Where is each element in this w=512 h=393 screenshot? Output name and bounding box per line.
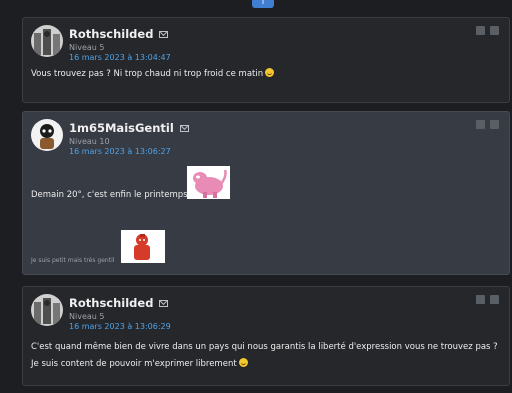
author-level: Niveau 10: [69, 137, 110, 146]
post-text: Demain 20°, c'est enfin le printemps: [31, 190, 188, 200]
post-text-line: C'est quand même bien de vivre dans un p…: [31, 342, 498, 352]
smiley-icon: [238, 358, 248, 367]
scroll-top-button[interactable]: ↑: [252, 0, 274, 8]
more-icon[interactable]: [490, 295, 499, 304]
signature-text: Je suis petit mais très gentil: [31, 257, 115, 264]
author-level: Niveau 5: [69, 312, 105, 321]
post-text: Vous trouvez pas ? Ni trop chaud ni trop…: [31, 69, 264, 79]
post-body: Vous trouvez pas ? Ni trop chaud ni trop…: [31, 66, 275, 83]
mail-icon[interactable]: [179, 125, 189, 132]
avatar[interactable]: [31, 25, 63, 57]
post-date-link[interactable]: 16 mars 2023 à 13:06:27: [69, 147, 189, 156]
quote-icon[interactable]: [476, 120, 485, 129]
avatar[interactable]: [31, 119, 63, 151]
signature-sticker: [121, 230, 165, 263]
post-text-line: Je suis content de pouvoir m'exprimer li…: [31, 356, 498, 373]
author-level: Niveau 5: [69, 43, 105, 52]
forum-post: Rothschilded Niveau 5 16 mars 2023 à 13:…: [22, 286, 510, 386]
post-body: Demain 20°, c'est enfin le printemps: [31, 187, 188, 204]
mail-icon[interactable]: [159, 31, 169, 38]
smiley-icon: [265, 68, 275, 77]
quote-icon[interactable]: [476, 295, 485, 304]
forum-post: 1m65MaisGentil Niveau 10 16 mars 2023 à …: [22, 111, 510, 275]
author-name[interactable]: 1m65MaisGentil: [69, 121, 174, 135]
author-name[interactable]: Rothschilded: [69, 296, 153, 310]
post-date-link[interactable]: 16 mars 2023 à 13:06:29: [69, 322, 171, 331]
more-icon[interactable]: [490, 26, 499, 35]
post-date-link[interactable]: 16 mars 2023 à 13:04:47: [69, 53, 171, 62]
post-body: C'est quand même bien de vivre dans un p…: [31, 339, 498, 373]
quote-icon[interactable]: [476, 26, 485, 35]
more-icon[interactable]: [490, 120, 499, 129]
pink-panther-sticker: [187, 166, 230, 199]
avatar[interactable]: [31, 294, 63, 326]
mail-icon[interactable]: [159, 300, 169, 307]
forum-post: Rothschilded Niveau 5 16 mars 2023 à 13:…: [22, 17, 510, 103]
author-name[interactable]: Rothschilded: [69, 27, 153, 41]
